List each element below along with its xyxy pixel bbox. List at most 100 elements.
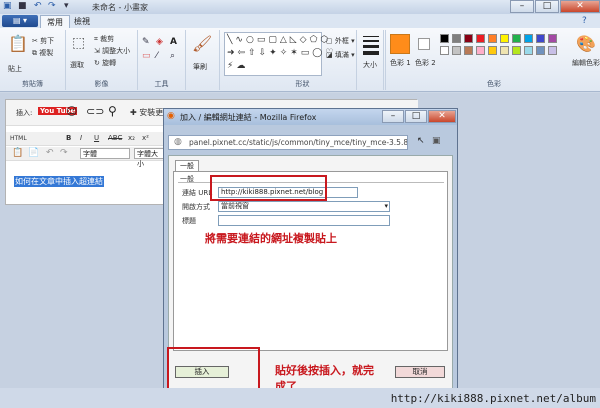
fill-button[interactable]: ◪ 填滿 ▾ xyxy=(326,50,355,60)
cut-label: 剪下 xyxy=(40,37,55,45)
pencil-icon[interactable]: ✎ xyxy=(142,38,150,47)
superscript-button[interactable]: x² xyxy=(142,134,149,142)
popup-close-button[interactable]: ✕ xyxy=(428,110,456,123)
shapes-row-1: ╲∿○▭▢△◺◇⬠⬡ xyxy=(227,35,332,45)
palette-swatch[interactable] xyxy=(440,46,449,55)
paste-icon[interactable]: 📋 xyxy=(8,36,28,52)
palette-swatch[interactable] xyxy=(488,34,497,43)
text-tool-icon[interactable]: A xyxy=(170,38,177,47)
palette-swatch[interactable] xyxy=(500,34,509,43)
color1-label: 色彩 1 xyxy=(390,59,411,67)
palette-swatch[interactable] xyxy=(476,34,485,43)
shapes-gallery[interactable]: ╲∿○▭▢△◺◇⬠⬡ ➜⇦⇧⇩✦✧✶▭◯♡ ⚡☁ xyxy=(224,32,333,76)
popup-minimize-button[interactable]: – xyxy=(382,110,404,123)
paste-word-icon[interactable]: 📄 xyxy=(28,149,39,158)
minimize-button[interactable]: – xyxy=(510,0,534,13)
eraser-icon[interactable]: ▭ xyxy=(142,52,151,61)
watermark-text: http://kiki888.pixnet.net/album xyxy=(390,392,596,405)
rotate-button[interactable]: ↻ 旋轉 xyxy=(94,58,116,68)
edit-colors-icon[interactable]: 🎨 xyxy=(576,36,596,52)
cancel-button[interactable]: 取消 xyxy=(395,366,445,378)
palette-swatch[interactable] xyxy=(536,46,545,55)
redo-editor-icon[interactable]: ↷ xyxy=(60,149,68,158)
size-button[interactable]: 大小 xyxy=(363,60,377,70)
strike-button[interactable]: ABC xyxy=(108,134,122,142)
group-tools-label: 工具 xyxy=(154,80,169,88)
group-clipboard-label: 剪貼簿 xyxy=(22,80,43,88)
palette-swatch[interactable] xyxy=(476,46,485,55)
fill-bucket-icon[interactable]: ◈ xyxy=(156,38,163,47)
palette-swatch[interactable] xyxy=(488,46,497,55)
subscript-button[interactable]: x₂ xyxy=(128,134,135,142)
close-button[interactable]: ✕ xyxy=(560,0,600,13)
quick-access-dropdown-icon[interactable]: ▾ xyxy=(64,2,69,11)
palette-swatch[interactable] xyxy=(512,46,521,55)
paste-text-icon[interactable]: 📋 xyxy=(12,149,23,158)
color2-swatch[interactable] xyxy=(418,38,430,50)
font-family-select[interactable]: 字體 xyxy=(80,148,130,159)
magnifier-icon[interactable]: ⌕ xyxy=(170,52,175,61)
palette-swatch[interactable] xyxy=(548,34,557,43)
palette-swatch[interactable] xyxy=(464,34,473,43)
popup-maximize-button[interactable]: □ xyxy=(405,110,427,123)
copy-button[interactable]: ⧉ 複製 xyxy=(32,48,53,58)
file-menu-button[interactable]: ▤ ▾ xyxy=(2,15,38,27)
palette-swatch[interactable] xyxy=(452,34,461,43)
target-select[interactable]: 當前視窗 ▾ xyxy=(218,201,390,212)
emoticon-icon[interactable]: ☺ xyxy=(66,106,77,117)
paste-button[interactable]: 貼上 xyxy=(8,64,22,74)
fill-label: 填滿 xyxy=(334,51,349,59)
brushes-icon[interactable]: 🖌 xyxy=(192,36,212,52)
crop-button[interactable]: ⌗ 裁剪 xyxy=(94,34,114,44)
palette-swatch[interactable] xyxy=(536,34,545,43)
palette-swatch[interactable] xyxy=(500,46,509,55)
addon-icon[interactable]: ▣ xyxy=(432,137,441,146)
palette-swatch[interactable] xyxy=(524,34,533,43)
maximize-button[interactable]: □ xyxy=(535,0,559,13)
palette-swatch[interactable] xyxy=(512,34,521,43)
popup-title: 加入 / 編輯網址連結 - Mozilla Firefox xyxy=(180,113,317,122)
popup-url-bar[interactable]: ◍ panel.pixnet.cc/static/js/common/tiny_… xyxy=(168,135,408,150)
html-button[interactable]: HTML xyxy=(10,135,27,142)
outline-label: 外框 xyxy=(334,37,349,45)
shapes-row-3: ⚡☁ xyxy=(227,61,249,71)
group-brushes: 🖌 筆刷 xyxy=(186,30,220,90)
title-input[interactable] xyxy=(218,215,390,226)
insert-annotation-line1: 貼好後按插入，就完 xyxy=(275,364,374,377)
cut-button[interactable]: ✂ 剪下 xyxy=(32,36,54,46)
size-line-4 xyxy=(363,51,379,55)
paint-title: 未命名 - 小畫家 xyxy=(92,3,148,12)
label-target: 開啟方式 xyxy=(182,203,210,211)
palette-swatch[interactable] xyxy=(464,46,473,55)
color1-swatch[interactable] xyxy=(390,34,410,54)
outline-button[interactable]: ▢ 外框 ▾ xyxy=(326,36,355,46)
location-icon[interactable]: ⚲ xyxy=(108,105,117,117)
select-button[interactable]: 選取 xyxy=(70,60,84,70)
palette-swatch[interactable] xyxy=(524,46,533,55)
resize-button[interactable]: ⇲ 調整大小 xyxy=(94,46,130,56)
tab-view[interactable]: 檢視 xyxy=(68,15,96,28)
font-size-select[interactable]: 字體大小 xyxy=(134,148,164,168)
paste-annotation: 將需要連結的網址複製貼上 xyxy=(205,232,337,245)
bold-button[interactable]: B xyxy=(66,134,71,142)
tab-home[interactable]: 常用 xyxy=(40,15,70,28)
palette-swatch[interactable] xyxy=(452,46,461,55)
selected-text[interactable]: 如何在文章中插入超連結 xyxy=(14,176,104,187)
italic-button[interactable]: I xyxy=(80,134,82,142)
undo-icon[interactable]: ↶ xyxy=(34,2,42,11)
group-tools: ✎ ◈ A ▭ ⁄ ⌕ 工具 xyxy=(138,30,186,90)
shapes-row-2: ➜⇦⇧⇩✦✧✶▭◯♡ xyxy=(227,48,337,58)
palette-swatch[interactable] xyxy=(548,46,557,55)
palette-swatch[interactable] xyxy=(440,34,449,43)
underline-button[interactable]: U xyxy=(94,134,99,142)
help-icon[interactable]: ? xyxy=(582,17,587,26)
edit-colors-button[interactable]: 編輯色彩 xyxy=(572,58,600,68)
brushes-button[interactable]: 筆刷 xyxy=(193,62,207,72)
color-picker-icon[interactable]: ⁄ xyxy=(156,52,158,61)
save-icon[interactable]: ■ xyxy=(18,2,27,11)
redo-icon[interactable]: ↷ xyxy=(48,2,56,11)
link-icon[interactable]: ⊂⊃ xyxy=(86,106,104,117)
resize-label: 調整大小 xyxy=(102,47,131,55)
undo-editor-icon[interactable]: ↶ xyxy=(46,149,54,158)
select-icon[interactable]: ⬚ xyxy=(72,36,85,50)
